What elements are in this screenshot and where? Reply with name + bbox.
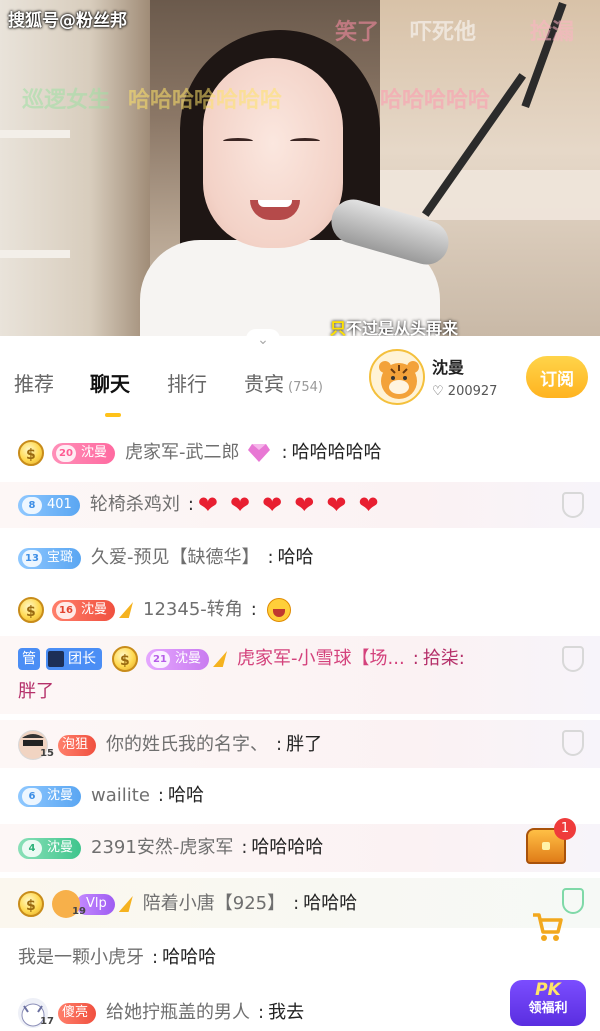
tab-recommend[interactable]: 推荐	[14, 368, 54, 397]
chat-username[interactable]: 轮椅杀鸡刘	[90, 493, 180, 517]
wing-icon	[118, 896, 133, 912]
tab-bar: 推荐 聊天 排行 贵宾 (754)	[0, 346, 600, 420]
chat-message[interactable]: 20沈曼 虎家军-武二郎 : 哈哈哈哈哈	[0, 428, 600, 478]
coin-icon	[18, 891, 44, 918]
fan-badge: 20 沈曼	[52, 442, 116, 464]
danmu: 哈哈哈哈哈哈哈	[128, 88, 283, 113]
shield-icon	[562, 730, 584, 756]
chat-text: 哈哈哈	[303, 893, 358, 914]
wing-icon	[213, 651, 228, 667]
fan-badge: 8 401	[18, 494, 80, 516]
tab-vip[interactable]: 贵宾 (754)	[244, 368, 323, 397]
group-leader-badge: 团长	[46, 648, 102, 670]
background-wall	[0, 0, 150, 336]
chat-text: 我去	[268, 1002, 305, 1023]
user-avatar: 17	[18, 998, 54, 1028]
heart-icon: ❤	[326, 491, 347, 519]
pk-welfare-button[interactable]: PK 领福利	[510, 980, 586, 1026]
danmu: 捡漏	[530, 20, 575, 45]
fan-badge: 傻亮	[58, 1002, 97, 1024]
chat-message[interactable]: 13 宝璐 久爱-预见【缺德华】 : 哈哈	[0, 534, 600, 582]
watermark: 搜狐号@粉丝邦	[8, 11, 127, 31]
chat-text: 胖了	[286, 734, 323, 755]
danmu: 巡逻女生	[22, 88, 111, 113]
danmu: 哈哈哈哈哈	[380, 88, 491, 113]
chat-text: 拾柒:	[422, 648, 465, 669]
shield-icon	[562, 646, 584, 672]
chat-username[interactable]: wailite	[91, 784, 150, 808]
wing-icon	[119, 602, 134, 618]
shelf	[0, 130, 70, 138]
heart-icon: ❤	[294, 491, 315, 519]
chat-message[interactable]: 19 Vlp 陪着小唐【925】 : 哈哈哈	[0, 878, 600, 928]
streamer-eye	[290, 138, 320, 144]
user-avatar: 15	[18, 730, 54, 760]
chat-username[interactable]: 2391安然-虎家军	[91, 836, 233, 860]
chat-message[interactable]: 8 401 轮椅杀鸡刘 : ❤ ❤ ❤ ❤ ❤ ❤	[0, 482, 600, 528]
chat-text: 哈哈	[277, 547, 314, 568]
manager-badge: 管	[18, 648, 40, 670]
chat-message[interactable]: 管 团长 21沈曼 虎家军-小雪球【场... : 拾柒: 胖了	[0, 636, 600, 714]
shield-icon	[562, 888, 584, 914]
lyric-subtitle: 只不过是从头再来	[330, 319, 459, 336]
fan-badge: 21 沈曼	[146, 648, 210, 670]
anchor-avatar[interactable]	[369, 349, 425, 405]
heart-icon: ❤	[230, 491, 251, 519]
streamer-eye	[223, 138, 253, 144]
live-video[interactable]: 巡逻女生 哈哈哈哈哈哈哈 笑了 吓死他 捡漏 哈哈哈哈哈 搜狐号@粉丝邦 只不过…	[0, 0, 600, 336]
chat-message[interactable]: 15 泡狙 你的姓氏我的名字、 : 胖了	[0, 720, 600, 768]
chat-username[interactable]: 你的姓氏我的名字、	[106, 733, 268, 757]
fan-badge: 6 沈曼	[18, 785, 82, 807]
coin-icon	[18, 440, 44, 467]
tiger-avatar: 19	[52, 890, 86, 918]
active-tab-indicator	[105, 413, 121, 417]
chat-username[interactable]: 给她拧瓶盖的男人	[106, 1001, 250, 1025]
danmu: 吓死他	[410, 20, 477, 45]
shelf	[0, 250, 70, 258]
chat-message[interactable]: 我是一颗小虎牙 : 哈哈哈	[0, 934, 600, 982]
chat-text: 哈哈哈哈	[251, 837, 324, 858]
chat-message[interactable]: 4 沈曼 2391安然-虎家军 : 哈哈哈哈	[0, 824, 600, 872]
chat-text: 哈哈	[167, 785, 204, 806]
fan-badge: 13 宝璐	[18, 547, 82, 569]
tab-chat[interactable]: 聊天	[90, 368, 130, 397]
chat-text: 哈哈哈哈哈	[291, 442, 382, 463]
chat-message[interactable]: 16沈曼 12345-转角 :	[0, 586, 600, 634]
chat-username[interactable]: 12345-转角	[143, 598, 243, 622]
chat-username[interactable]: 陪着小唐【925】	[143, 892, 285, 916]
chat-username[interactable]: 久爱-预见【缺德华】	[91, 546, 260, 570]
chat-message[interactable]: 6 沈曼 wailite : 哈哈	[0, 772, 600, 820]
chat-username[interactable]: 我是一颗小虎牙	[18, 946, 144, 970]
tab-ranking[interactable]: 排行	[167, 368, 207, 397]
chat-username[interactable]: 虎家军-小雪球【场...	[237, 647, 405, 671]
coin-icon	[112, 646, 138, 673]
chat-username[interactable]: 虎家军-武二郎	[125, 441, 240, 465]
chest-count-badge: 1	[554, 818, 576, 840]
vip-count: (754)	[288, 380, 323, 395]
chat-text: 哈哈哈	[162, 947, 217, 968]
anchor-fans: ♡ 200927	[432, 384, 498, 399]
laughing-emoji-icon	[266, 598, 291, 622]
heart-icon: ❤	[262, 491, 283, 519]
chat-text-continued: 胖了	[18, 681, 54, 702]
coin-icon	[18, 597, 44, 624]
heart-icon: ❤	[197, 491, 219, 519]
subscribe-button[interactable]: 订阅	[526, 356, 588, 398]
anchor-name: 沈曼	[432, 358, 465, 377]
shopping-cart-icon[interactable]	[530, 910, 564, 944]
danmu: 笑了	[335, 20, 380, 45]
diamond-icon	[247, 444, 270, 462]
fan-badge: 16 沈曼	[52, 599, 116, 621]
heart-icon: ❤	[358, 491, 379, 519]
shield-icon	[562, 492, 584, 518]
fan-badge: 泡狙	[58, 734, 97, 756]
fan-badge: 4 沈曼	[18, 837, 82, 859]
